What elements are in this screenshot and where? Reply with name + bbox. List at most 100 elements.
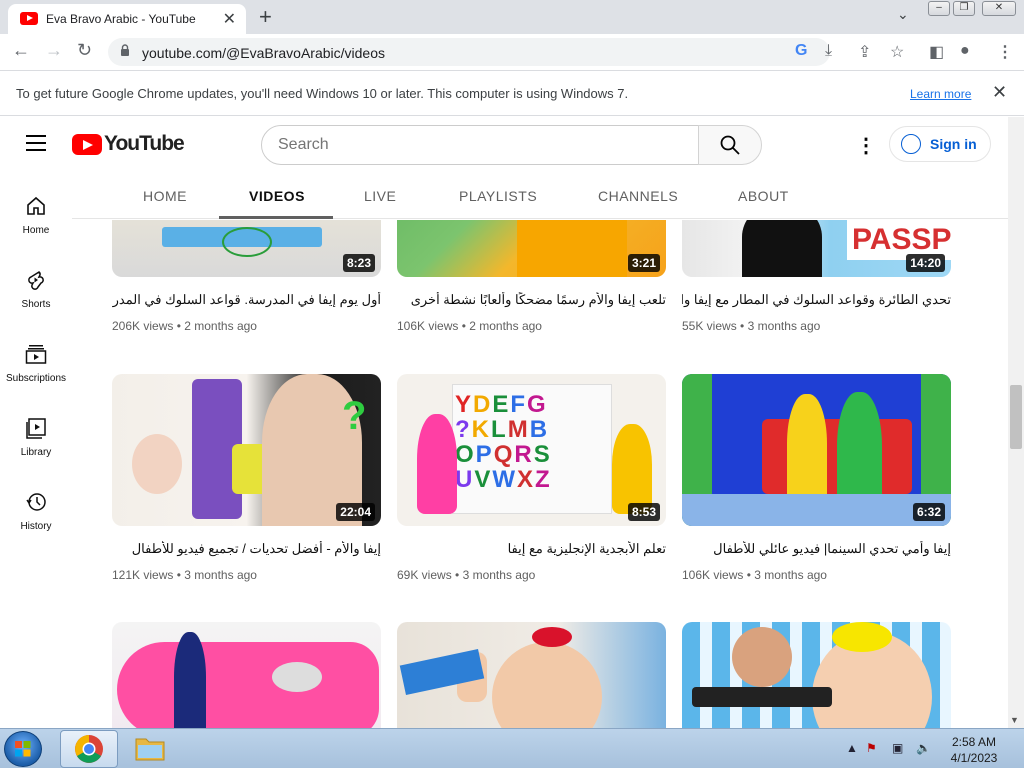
install-app-icon[interactable]: ⤓ <box>825 42 832 60</box>
video-meta: 106K views • 3 months ago <box>682 568 827 582</box>
video-meta: 55K views • 3 months ago <box>682 319 821 333</box>
video-age: 3 months ago <box>754 568 827 582</box>
browser-title-bar: Eva Bravo Arabic - YouTube ✕ + ⌄ – ❐ ✕ <box>0 0 1024 34</box>
profile-icon[interactable]: ● <box>960 42 970 60</box>
video-duration: 6:32 <box>912 503 945 521</box>
video-views: 106K views <box>682 568 744 582</box>
menu-hamburger-icon[interactable] <box>26 135 46 151</box>
tab-videos[interactable]: VIDEOS <box>249 188 305 204</box>
new-tab-button[interactable]: + <box>259 4 272 30</box>
youtube-logo-text[interactable]: YouTube <box>104 132 185 156</box>
tab-live[interactable]: LIVE <box>364 188 396 204</box>
video-title[interactable]: أول يوم إيفا في المدرسة. قواعد السلوك في… <box>112 292 381 308</box>
rail-item-library[interactable]: Library <box>0 417 72 491</box>
video-age: 2 months ago <box>184 319 257 333</box>
forward-arrow-icon[interactable]: → <box>45 40 63 61</box>
infobar-message: To get future Google Chrome updates, you… <box>16 86 629 101</box>
scroll-down-arrow-icon[interactable]: ▼ <box>1010 715 1019 725</box>
chrome-logo-icon <box>75 735 103 763</box>
bookmark-star-icon[interactable]: ☆ <box>890 42 904 62</box>
infobar-close-icon[interactable]: ✕ <box>992 82 1007 103</box>
taskbar-clock[interactable]: 2:58 AM 4/1/2023 <box>944 734 1004 766</box>
video-thumbnail[interactable] <box>397 622 666 728</box>
youtube-logo-icon[interactable] <box>72 134 102 155</box>
video-thumbnail[interactable] <box>682 622 951 728</box>
tab-search-chevron-icon[interactable]: ⌄ <box>897 6 909 23</box>
tab-home[interactable]: HOME <box>143 188 187 204</box>
video-duration: 8:53 <box>627 503 660 521</box>
scrollbar-thumb[interactable] <box>1010 385 1022 449</box>
close-tab-icon[interactable]: ✕ <box>223 9 236 29</box>
channel-tabs: HOME VIDEOS LIVE PLAYLISTS CHANNELS ABOU… <box>72 171 1008 219</box>
video-thumbnail[interactable]: PASSP 14:20 <box>682 220 951 277</box>
back-arrow-icon[interactable]: ← <box>12 40 30 61</box>
action-center-flag-icon[interactable]: ⚑ <box>866 741 877 755</box>
video-views: 69K views <box>397 568 452 582</box>
tab-channels[interactable]: CHANNELS <box>598 188 678 204</box>
search-button[interactable] <box>698 125 762 165</box>
video-thumbnail[interactable]: 3:21 <box>397 220 666 277</box>
rail-label: Shorts <box>21 299 51 310</box>
tab-about[interactable]: ABOUT <box>738 188 789 204</box>
learn-more-link[interactable]: Learn more <box>910 87 971 101</box>
video-views: 55K views <box>682 319 737 333</box>
sign-in-button[interactable]: Sign in <box>889 126 991 162</box>
address-bar[interactable]: youtube.com/@EvaBravoArabic/videos <box>108 38 830 66</box>
rail-item-shorts[interactable]: Shorts <box>0 269 72 343</box>
video-title[interactable]: إيفا والأم - أفضل تحديات / تجميع فيديو ل… <box>112 541 381 557</box>
video-duration: 3:21 <box>627 254 660 272</box>
show-hidden-icons-arrow[interactable]: ▲ <box>846 741 858 755</box>
search-input[interactable] <box>278 134 678 156</box>
active-tab-indicator <box>219 216 333 219</box>
window-close-button[interactable]: ✕ <box>982 1 1016 16</box>
video-title[interactable]: إيفا وأمي تحدي السينما| فيديو عائلي للأط… <box>682 541 951 557</box>
video-title[interactable]: تحدي الطائرة وقواعد السلوك في المطار مع … <box>682 292 951 308</box>
video-thumbnail[interactable]: ? 22:04 <box>112 374 381 526</box>
youtube-masthead: YouTube ⋮ Sign in <box>0 117 1008 171</box>
rail-item-history[interactable]: History <box>0 491 72 565</box>
minimize-button[interactable]: – <box>928 1 950 16</box>
update-infobar: To get future Google Chrome updates, you… <box>0 72 1024 116</box>
side-panel-icon[interactable]: ◧ <box>929 42 944 62</box>
maximize-button[interactable]: ❐ <box>953 1 975 16</box>
rail-item-subscriptions[interactable]: Subscriptions <box>0 343 72 417</box>
guide-mini-rail: Home Shorts Subscriptions Library Histor… <box>0 171 72 728</box>
search-icon <box>720 135 740 155</box>
video-title[interactable]: تلعب إيفا والأم رسمًا مضحكًا وألعابًا نش… <box>397 292 666 308</box>
video-meta: 69K views • 3 months ago <box>397 568 536 582</box>
start-button[interactable] <box>4 731 42 767</box>
video-title[interactable]: تعلم الأبجدية الإنجليزية مع إيفا <box>397 541 666 557</box>
network-icon[interactable]: ▣ <box>892 741 903 755</box>
rail-label: Home <box>22 225 50 236</box>
tab-title: Eva Bravo Arabic - YouTube <box>46 12 196 26</box>
chrome-menu-icon[interactable]: ⋮ <box>997 42 1013 62</box>
video-thumbnail[interactable]: 6:32 <box>682 374 951 526</box>
video-thumbnail[interactable]: YDEFG ?KLMB OPQRS UVWXZ 8:53 <box>397 374 666 526</box>
video-thumbnail[interactable]: 8:23 <box>112 220 381 277</box>
google-g-icon[interactable]: G <box>795 42 807 60</box>
taskbar-chrome-app[interactable] <box>60 730 118 768</box>
video-thumbnail[interactable] <box>112 622 381 728</box>
video-meta: 106K views • 2 months ago <box>397 319 542 333</box>
reload-icon[interactable]: ↻ <box>77 40 92 61</box>
video-views: 206K views <box>112 319 174 333</box>
video-age: 3 months ago <box>462 568 536 582</box>
windows-logo-icon <box>15 741 31 757</box>
rail-item-home[interactable]: Home <box>0 195 72 269</box>
video-grid: 8:23 أول يوم إيفا في المدرسة. قواعد السل… <box>72 220 1008 728</box>
tab-playlists[interactable]: PLAYLISTS <box>459 188 537 204</box>
video-duration: 22:04 <box>336 503 375 521</box>
volume-muted-icon[interactable]: 🔈 <box>916 741 931 755</box>
video-age: 3 months ago <box>184 568 257 582</box>
shorts-icon <box>28 271 44 290</box>
search-box <box>261 125 699 165</box>
rail-label: History <box>20 521 52 532</box>
video-views: 106K views <box>397 319 459 333</box>
settings-more-icon[interactable]: ⋮ <box>856 133 876 158</box>
browser-tab[interactable]: Eva Bravo Arabic - YouTube ✕ <box>8 4 246 34</box>
taskbar-explorer-app[interactable] <box>122 730 180 768</box>
share-icon[interactable]: ⇪ <box>858 42 871 62</box>
video-duration: 8:23 <box>342 254 375 272</box>
rail-label: Subscriptions <box>5 373 67 384</box>
page-scrollbar[interactable]: ▼ <box>1008 117 1024 728</box>
